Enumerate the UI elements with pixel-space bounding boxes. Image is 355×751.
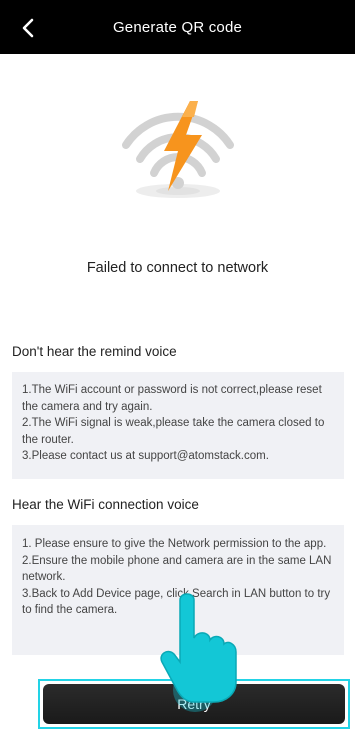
tips-box-no-voice: 1.The WiFi account or password is not co… [12,372,344,479]
chevron-left-icon [22,18,34,38]
tips-box-hear-voice: 1. Please ensure to give the Network per… [12,525,344,655]
app-screen: Generate QR code Failed to connect to ne… [0,0,355,751]
section-title-hear-voice: Hear the WiFi connection voice [12,497,199,512]
retry-button[interactable]: Retry [43,684,345,724]
retry-highlight: Retry [38,679,350,729]
wifi-failed-lightning-icon [121,101,234,198]
top-bar: Generate QR code [0,0,355,54]
back-button[interactable] [10,10,46,46]
hero-illustration [0,95,355,205]
page-title: Generate QR code [112,18,243,36]
connection-status: Failed to connect to network [86,260,269,276]
section-title-no-voice: Don't hear the remind voice [12,344,177,359]
